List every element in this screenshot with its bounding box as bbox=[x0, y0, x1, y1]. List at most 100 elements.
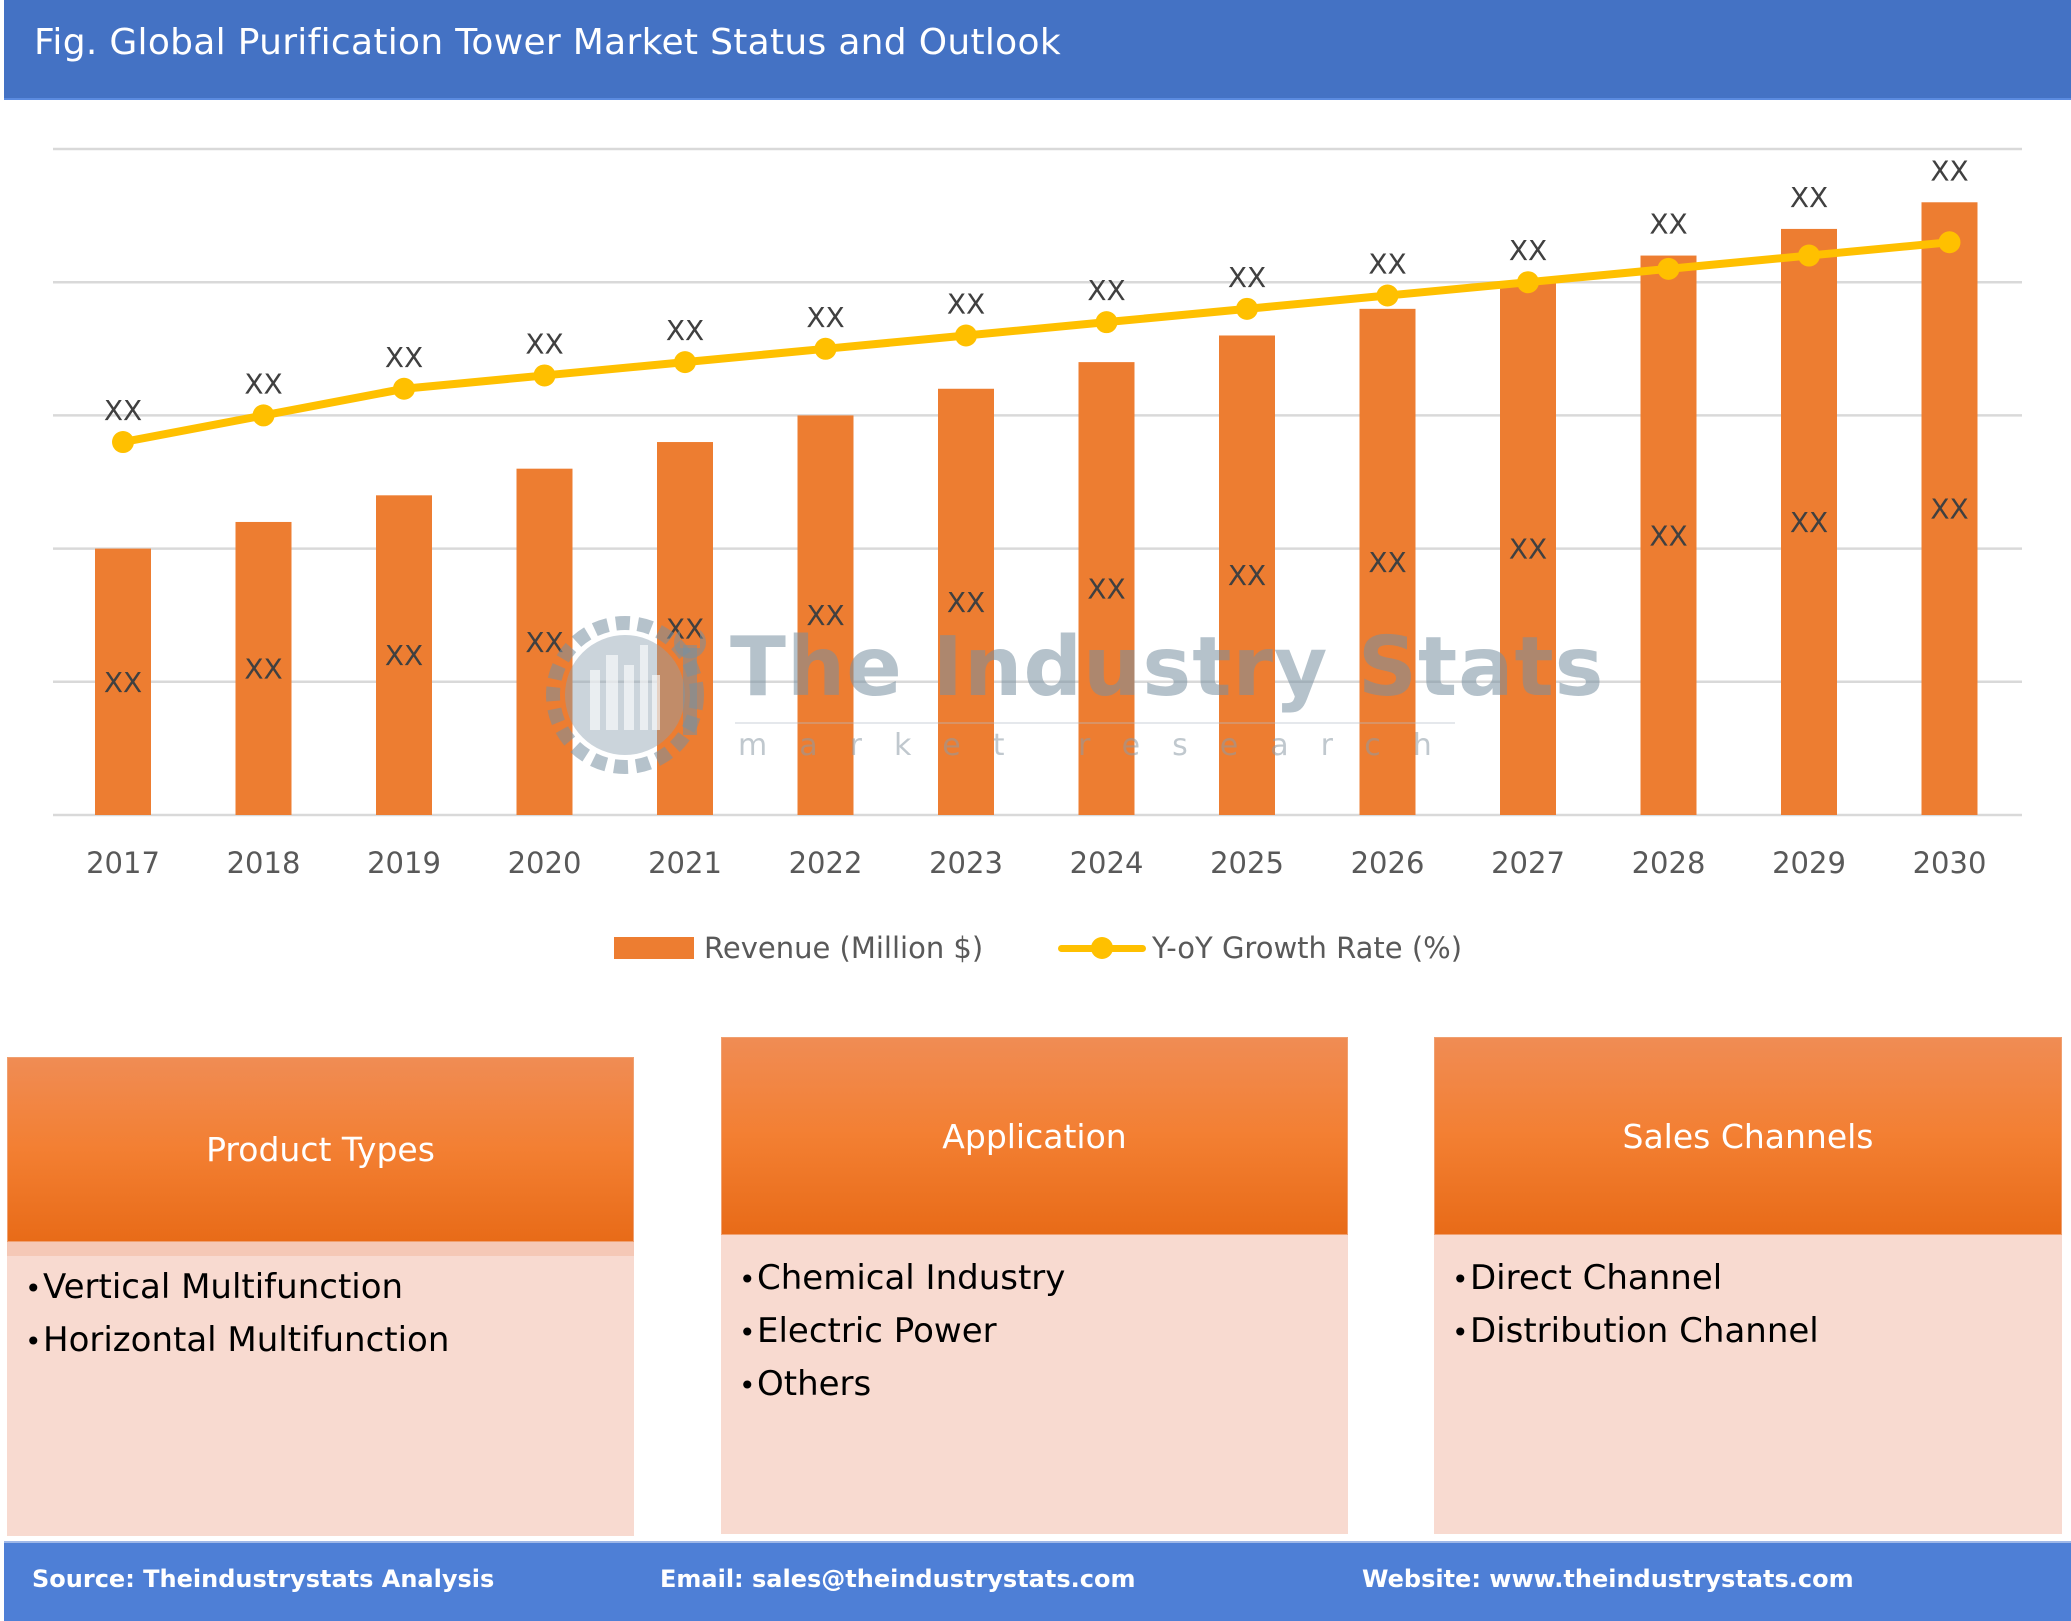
segment-title: Sales Channels bbox=[1622, 1116, 1874, 1156]
x-tick-label: 2027 bbox=[1491, 846, 1565, 880]
growth-data-label: XX bbox=[104, 394, 142, 427]
legend-label-revenue: Revenue (Million $) bbox=[704, 931, 984, 965]
growth-point-2030 bbox=[1938, 231, 1961, 254]
revenue-bars bbox=[95, 202, 1978, 816]
list-item-text: Vertical Multifunction bbox=[43, 1267, 404, 1307]
footer-website[interactable]: Website: www.theindustrystats.com bbox=[1362, 1565, 1854, 1593]
bullet-icon: • bbox=[1452, 1316, 1469, 1349]
gridlines bbox=[53, 147, 2022, 817]
bar-data-label: XX bbox=[806, 599, 844, 632]
segment-list: •Vertical Multifunction •Horizontal Mult… bbox=[25, 1261, 624, 1367]
growth-point-2027 bbox=[1517, 271, 1539, 294]
segment-box-sales-channels: Sales Channels •Direct Channel •Distribu… bbox=[1434, 1037, 2062, 1534]
footer: Source: Theindustrystats Analysis Email:… bbox=[4, 1541, 2071, 1621]
growth-point-2023 bbox=[955, 324, 977, 347]
list-item: •Others bbox=[739, 1358, 1338, 1411]
x-tick-label: 2025 bbox=[1210, 846, 1284, 880]
list-item: •Chemical Industry bbox=[739, 1252, 1338, 1305]
x-tick-label: 2018 bbox=[227, 846, 301, 880]
bar-data-label: XX bbox=[1649, 519, 1687, 552]
growth-point-2026 bbox=[1376, 284, 1399, 307]
bar-data-label: XX bbox=[1368, 546, 1406, 579]
growth-data-label: XX bbox=[1087, 274, 1125, 307]
list-item: •Electric Power bbox=[739, 1305, 1338, 1358]
bullet-icon: • bbox=[25, 1325, 42, 1358]
growth-data-label: XX bbox=[1930, 154, 1968, 187]
list-item-text: Direct Channel bbox=[1470, 1258, 1723, 1298]
growth-point-2025 bbox=[1236, 297, 1258, 320]
growth-data-label: XX bbox=[666, 314, 704, 347]
growth-point-2029 bbox=[1798, 244, 1820, 267]
segment-header: Application bbox=[721, 1037, 1348, 1235]
growth-point-2018 bbox=[252, 404, 275, 427]
list-item: •Vertical Multifunction bbox=[25, 1261, 624, 1314]
segment-title: Application bbox=[942, 1116, 1127, 1156]
list-item: •Direct Channel bbox=[1452, 1252, 2052, 1305]
growth-data-label: XX bbox=[1228, 261, 1266, 294]
page-title: Fig. Global Purification Tower Market St… bbox=[34, 22, 1061, 63]
x-tick-label: 2028 bbox=[1632, 846, 1706, 880]
bar-data-label: XX bbox=[1087, 573, 1125, 606]
growth-point-2017 bbox=[112, 431, 134, 454]
x-tick-label: 2030 bbox=[1913, 846, 1987, 880]
growth-point-2019 bbox=[393, 377, 415, 400]
growth-point-2020 bbox=[533, 364, 556, 387]
footer-source: Source: Theindustrystats Analysis bbox=[32, 1565, 495, 1593]
growth-data-label: XX bbox=[1509, 234, 1547, 267]
bar-data-label: XX bbox=[1930, 493, 1968, 526]
bullet-icon: • bbox=[739, 1369, 756, 1402]
x-tick-label: 2023 bbox=[929, 846, 1003, 880]
title-bar: Fig. Global Purification Tower Market St… bbox=[4, 0, 2071, 100]
segment-box-product-types: Product Types •Vertical Multifunction •H… bbox=[7, 1057, 634, 1536]
growth-point-2028 bbox=[1657, 257, 1680, 280]
bar-data-label: XX bbox=[385, 639, 423, 672]
list-item: •Distribution Channel bbox=[1452, 1305, 2052, 1358]
x-tick-label: 2022 bbox=[789, 846, 863, 880]
bullet-icon: • bbox=[739, 1316, 756, 1349]
segment-header: Product Types bbox=[7, 1057, 634, 1242]
x-tick-label: 2026 bbox=[1351, 846, 1425, 880]
chart-legend: Revenue (Million $) Y-oY Growth Rate (%) bbox=[0, 928, 2071, 968]
x-tick-label: 2029 bbox=[1772, 846, 1846, 880]
x-tick-label: 2017 bbox=[86, 846, 160, 880]
list-item-text: Others bbox=[757, 1364, 872, 1404]
growth-data-label: XX bbox=[1649, 208, 1687, 241]
x-axis-tick-labels: 2017 2018 2019 2020 2021 2022 2023 2024 2025 2026… bbox=[86, 846, 1986, 880]
segment-list: •Chemical Industry •Electric Power •Othe… bbox=[739, 1252, 1338, 1411]
legend-item-revenue[interactable]: Revenue (Million $) bbox=[614, 928, 983, 968]
revenue-growth-chart: XX XX XX XX XX XX XX XX XX XX XX XX XX XX XX XX XX XX XX X… bbox=[53, 147, 2022, 880]
x-tick-label: 2019 bbox=[367, 846, 441, 880]
bar-data-label: XX bbox=[244, 652, 282, 685]
growth-data-label: XX bbox=[244, 367, 282, 400]
segment-list: •Direct Channel •Distribution Channel bbox=[1452, 1252, 2052, 1358]
footer-email[interactable]: Email: sales@theindustrystats.com bbox=[660, 1565, 1135, 1593]
segment-header-band bbox=[7, 1242, 634, 1256]
bar-data-label: XX bbox=[104, 666, 142, 699]
list-item-text: Chemical Industry bbox=[757, 1258, 1066, 1298]
segment-title: Product Types bbox=[206, 1130, 435, 1169]
bullet-icon: • bbox=[25, 1272, 42, 1305]
growth-data-label: XX bbox=[385, 341, 423, 374]
list-item-text: Horizontal Multifunction bbox=[43, 1320, 450, 1360]
growth-data-label: XX bbox=[1790, 181, 1828, 214]
growth-point-2022 bbox=[814, 337, 837, 360]
legend-line-swatch bbox=[1058, 937, 1146, 959]
list-item-text: Electric Power bbox=[757, 1311, 997, 1351]
bullet-icon: • bbox=[1452, 1263, 1469, 1296]
bar-data-label: XX bbox=[525, 626, 563, 659]
bar-data-label: XX bbox=[1790, 506, 1828, 539]
bar-data-label: XX bbox=[1509, 533, 1547, 566]
legend-label-growth: Y-oY Growth Rate (%) bbox=[1152, 931, 1463, 965]
segment-box-application: Application •Chemical Industry •Electric… bbox=[721, 1037, 1348, 1534]
bullet-icon: • bbox=[739, 1263, 756, 1296]
legend-bar-swatch bbox=[614, 937, 694, 959]
x-tick-label: 2024 bbox=[1070, 846, 1144, 880]
list-item: •Horizontal Multifunction bbox=[25, 1314, 624, 1367]
bar-data-label: XX bbox=[1228, 559, 1266, 592]
growth-point-2021 bbox=[674, 351, 696, 374]
list-item-text: Distribution Channel bbox=[1470, 1311, 1819, 1351]
growth-data-label: XX bbox=[525, 327, 563, 360]
bar-data-label: XX bbox=[666, 613, 704, 646]
bar-data-label: XX bbox=[947, 586, 985, 619]
legend-item-growth[interactable]: Y-oY Growth Rate (%) bbox=[1058, 928, 1462, 968]
